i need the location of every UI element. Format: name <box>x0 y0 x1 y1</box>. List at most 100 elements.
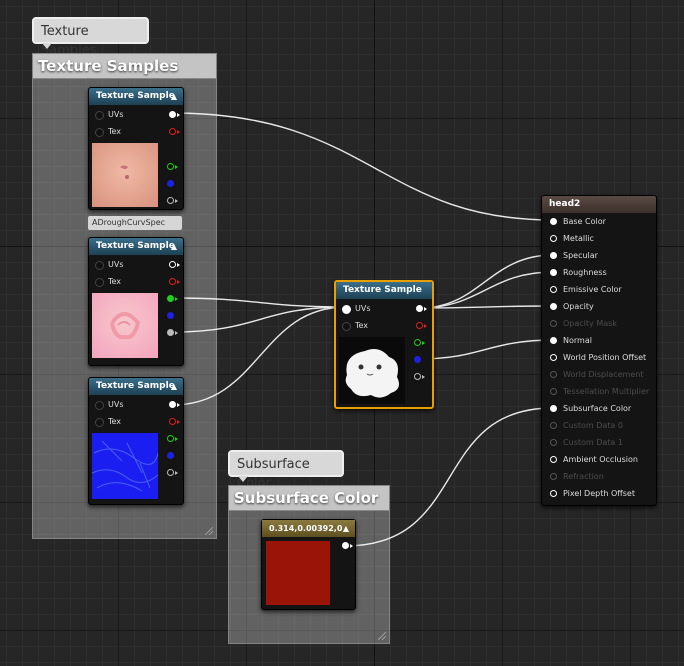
material-input-subsurface-color[interactable]: Subsurface Color <box>542 400 652 417</box>
g-output-pin-icon[interactable] <box>167 295 174 302</box>
input-pin-icon[interactable] <box>550 337 557 344</box>
texture-samples-comment-title[interactable]: Texture Samples <box>33 54 216 79</box>
input-pin-icon[interactable] <box>550 490 557 497</box>
rgb-output-pin-icon[interactable] <box>169 261 176 268</box>
input-pin-icon[interactable] <box>550 405 557 412</box>
a-output-pin-icon[interactable] <box>167 469 174 476</box>
g-output-pin-icon[interactable] <box>167 163 174 170</box>
material-input-world-position-offset[interactable]: World Position Offset <box>542 349 652 366</box>
tex-pin-row[interactable]: Tex <box>89 413 183 430</box>
texture-sample-node-1[interactable]: Texture Sample ▲ UVs Tex <box>88 87 184 210</box>
material-result-node[interactable]: head2 Base Color Metallic Specular Roughnes… <box>541 195 657 506</box>
uvs-pin-row[interactable]: UVs <box>89 256 183 273</box>
pin-arrow-icon <box>175 471 178 475</box>
material-input-label: Base Color <box>563 217 606 226</box>
b-output-pin-icon[interactable] <box>167 312 174 319</box>
tex-pin-row[interactable]: Tex <box>336 317 430 334</box>
r-output-pin-icon[interactable] <box>169 278 176 285</box>
input-pin-icon <box>550 320 557 327</box>
r-output-pin-icon[interactable] <box>416 322 423 329</box>
input-pin-icon[interactable] <box>550 252 557 259</box>
node-title[interactable]: Texture Sample <box>336 282 432 299</box>
tex-pin-row[interactable]: Tex <box>89 123 183 140</box>
texture-sample-node-3[interactable]: Texture Sample ▲ UVs Tex <box>88 377 184 505</box>
r-output-pin-icon[interactable] <box>169 128 176 135</box>
g-output-pin-icon[interactable] <box>167 435 174 442</box>
texture-thumbnail-blue <box>92 433 158 499</box>
a-output-pin-icon[interactable] <box>167 329 174 336</box>
constant-output-pin-icon[interactable] <box>342 542 349 549</box>
b-output-pin-icon[interactable] <box>167 180 174 187</box>
pin-arrow-icon <box>177 403 180 407</box>
subsurface-comment-bubble[interactable]: Subsurface Color <box>228 450 344 491</box>
material-input-opacity-mask: Opacity Mask <box>542 315 652 332</box>
material-input-normal[interactable]: Normal <box>542 332 652 349</box>
uvs-pin-row[interactable]: UVs <box>89 106 183 123</box>
uvs-pin-row[interactable]: UVs <box>89 396 183 413</box>
triangle-up-icon[interactable]: ▲ <box>343 520 349 537</box>
r-output-pin-icon[interactable] <box>169 418 176 425</box>
triangle-up-icon[interactable]: ▲ <box>171 378 177 395</box>
uvs-input-pin-icon[interactable] <box>95 401 104 410</box>
pin-arrow-icon <box>177 263 180 267</box>
material-input-ambient-occlusion[interactable]: Ambient Occlusion <box>542 451 652 468</box>
material-input-specular[interactable]: Specular <box>542 247 652 264</box>
tex-pin-row[interactable]: Tex <box>89 273 183 290</box>
texture-name-label[interactable]: ADroughCurvSpec <box>88 216 182 230</box>
texture-sample-node-2[interactable]: Texture Sample ▲ UVs Tex <box>88 237 184 366</box>
texture-samples-comment-bubble[interactable]: Texture Samples <box>32 17 149 58</box>
material-input-emissive-color[interactable]: Emissive Color <box>542 281 652 298</box>
input-pin-icon[interactable] <box>550 354 557 361</box>
input-pin-icon[interactable] <box>550 286 557 293</box>
tex-input-pin-icon[interactable] <box>95 128 104 137</box>
rgb-output-pin-icon[interactable] <box>416 305 423 312</box>
pin-arrow-icon <box>424 307 427 311</box>
b-output-pin-icon[interactable] <box>167 452 174 459</box>
input-pin-icon[interactable] <box>550 218 557 225</box>
a-output-pin-icon[interactable] <box>167 197 174 204</box>
b-output-pin-icon[interactable] <box>414 356 421 363</box>
uvs-input-pin-icon[interactable] <box>95 111 104 120</box>
material-input-metallic[interactable]: Metallic <box>542 230 652 247</box>
node-title-text: Texture Sample <box>96 241 175 251</box>
tex-input-pin-icon[interactable] <box>95 418 104 427</box>
resize-handle-icon[interactable] <box>378 632 386 640</box>
texture-sample-node-selected[interactable]: Texture Sample UVs Tex <box>334 280 434 409</box>
input-pin-icon[interactable] <box>550 269 557 276</box>
uvs-input-pin-icon[interactable] <box>95 261 104 270</box>
uvs-input-pin-icon[interactable] <box>342 305 351 314</box>
rgb-output-pin-icon[interactable] <box>169 111 176 118</box>
input-pin-icon[interactable] <box>550 235 557 242</box>
constant-node-title[interactable]: 0.314,0.00392,0 ▲ <box>262 520 355 537</box>
material-input-opacity[interactable]: Opacity <box>542 298 652 315</box>
texture-thumbnail-pink <box>92 293 158 358</box>
a-output-pin-icon[interactable] <box>414 373 421 380</box>
tex-input-pin-icon[interactable] <box>95 278 104 287</box>
constant-node-title-text: 0.314,0.00392,0 <box>269 524 343 533</box>
wire-roughness <box>419 271 554 309</box>
material-node-title[interactable]: head2 <box>542 196 656 213</box>
material-input-label: Metallic <box>563 234 594 243</box>
node-title[interactable]: Texture Sample ▲ <box>89 238 183 255</box>
material-input-pixel-depth-offset[interactable]: Pixel Depth Offset <box>542 485 652 502</box>
subsurface-comment-title[interactable]: Subsurface Color <box>229 486 389 511</box>
material-input-base-color[interactable]: Base Color <box>542 213 652 230</box>
material-input-roughness[interactable]: Roughness <box>542 264 652 281</box>
pin-arrow-icon <box>175 437 178 441</box>
uvs-pin-row[interactable]: UVs <box>336 300 430 317</box>
tex-label: Tex <box>108 277 122 286</box>
rgb-output-pin-icon[interactable] <box>169 401 176 408</box>
pin-arrow-icon <box>422 375 425 379</box>
resize-handle-icon[interactable] <box>205 527 213 535</box>
node-title[interactable]: Texture Sample ▲ <box>89 88 183 105</box>
input-pin-icon[interactable] <box>550 303 557 310</box>
g-output-pin-icon[interactable] <box>414 339 421 346</box>
node-title[interactable]: Texture Sample ▲ <box>89 378 183 395</box>
input-pin-icon[interactable] <box>550 456 557 463</box>
constant3vector-node[interactable]: 0.314,0.00392,0 ▲ <box>261 519 356 610</box>
triangle-up-icon[interactable]: ▲ <box>171 88 177 105</box>
tex-input-pin-icon[interactable] <box>342 322 351 331</box>
material-input-label: Emissive Color <box>563 285 622 294</box>
triangle-up-icon[interactable]: ▲ <box>171 238 177 255</box>
input-pin-icon <box>550 439 557 446</box>
